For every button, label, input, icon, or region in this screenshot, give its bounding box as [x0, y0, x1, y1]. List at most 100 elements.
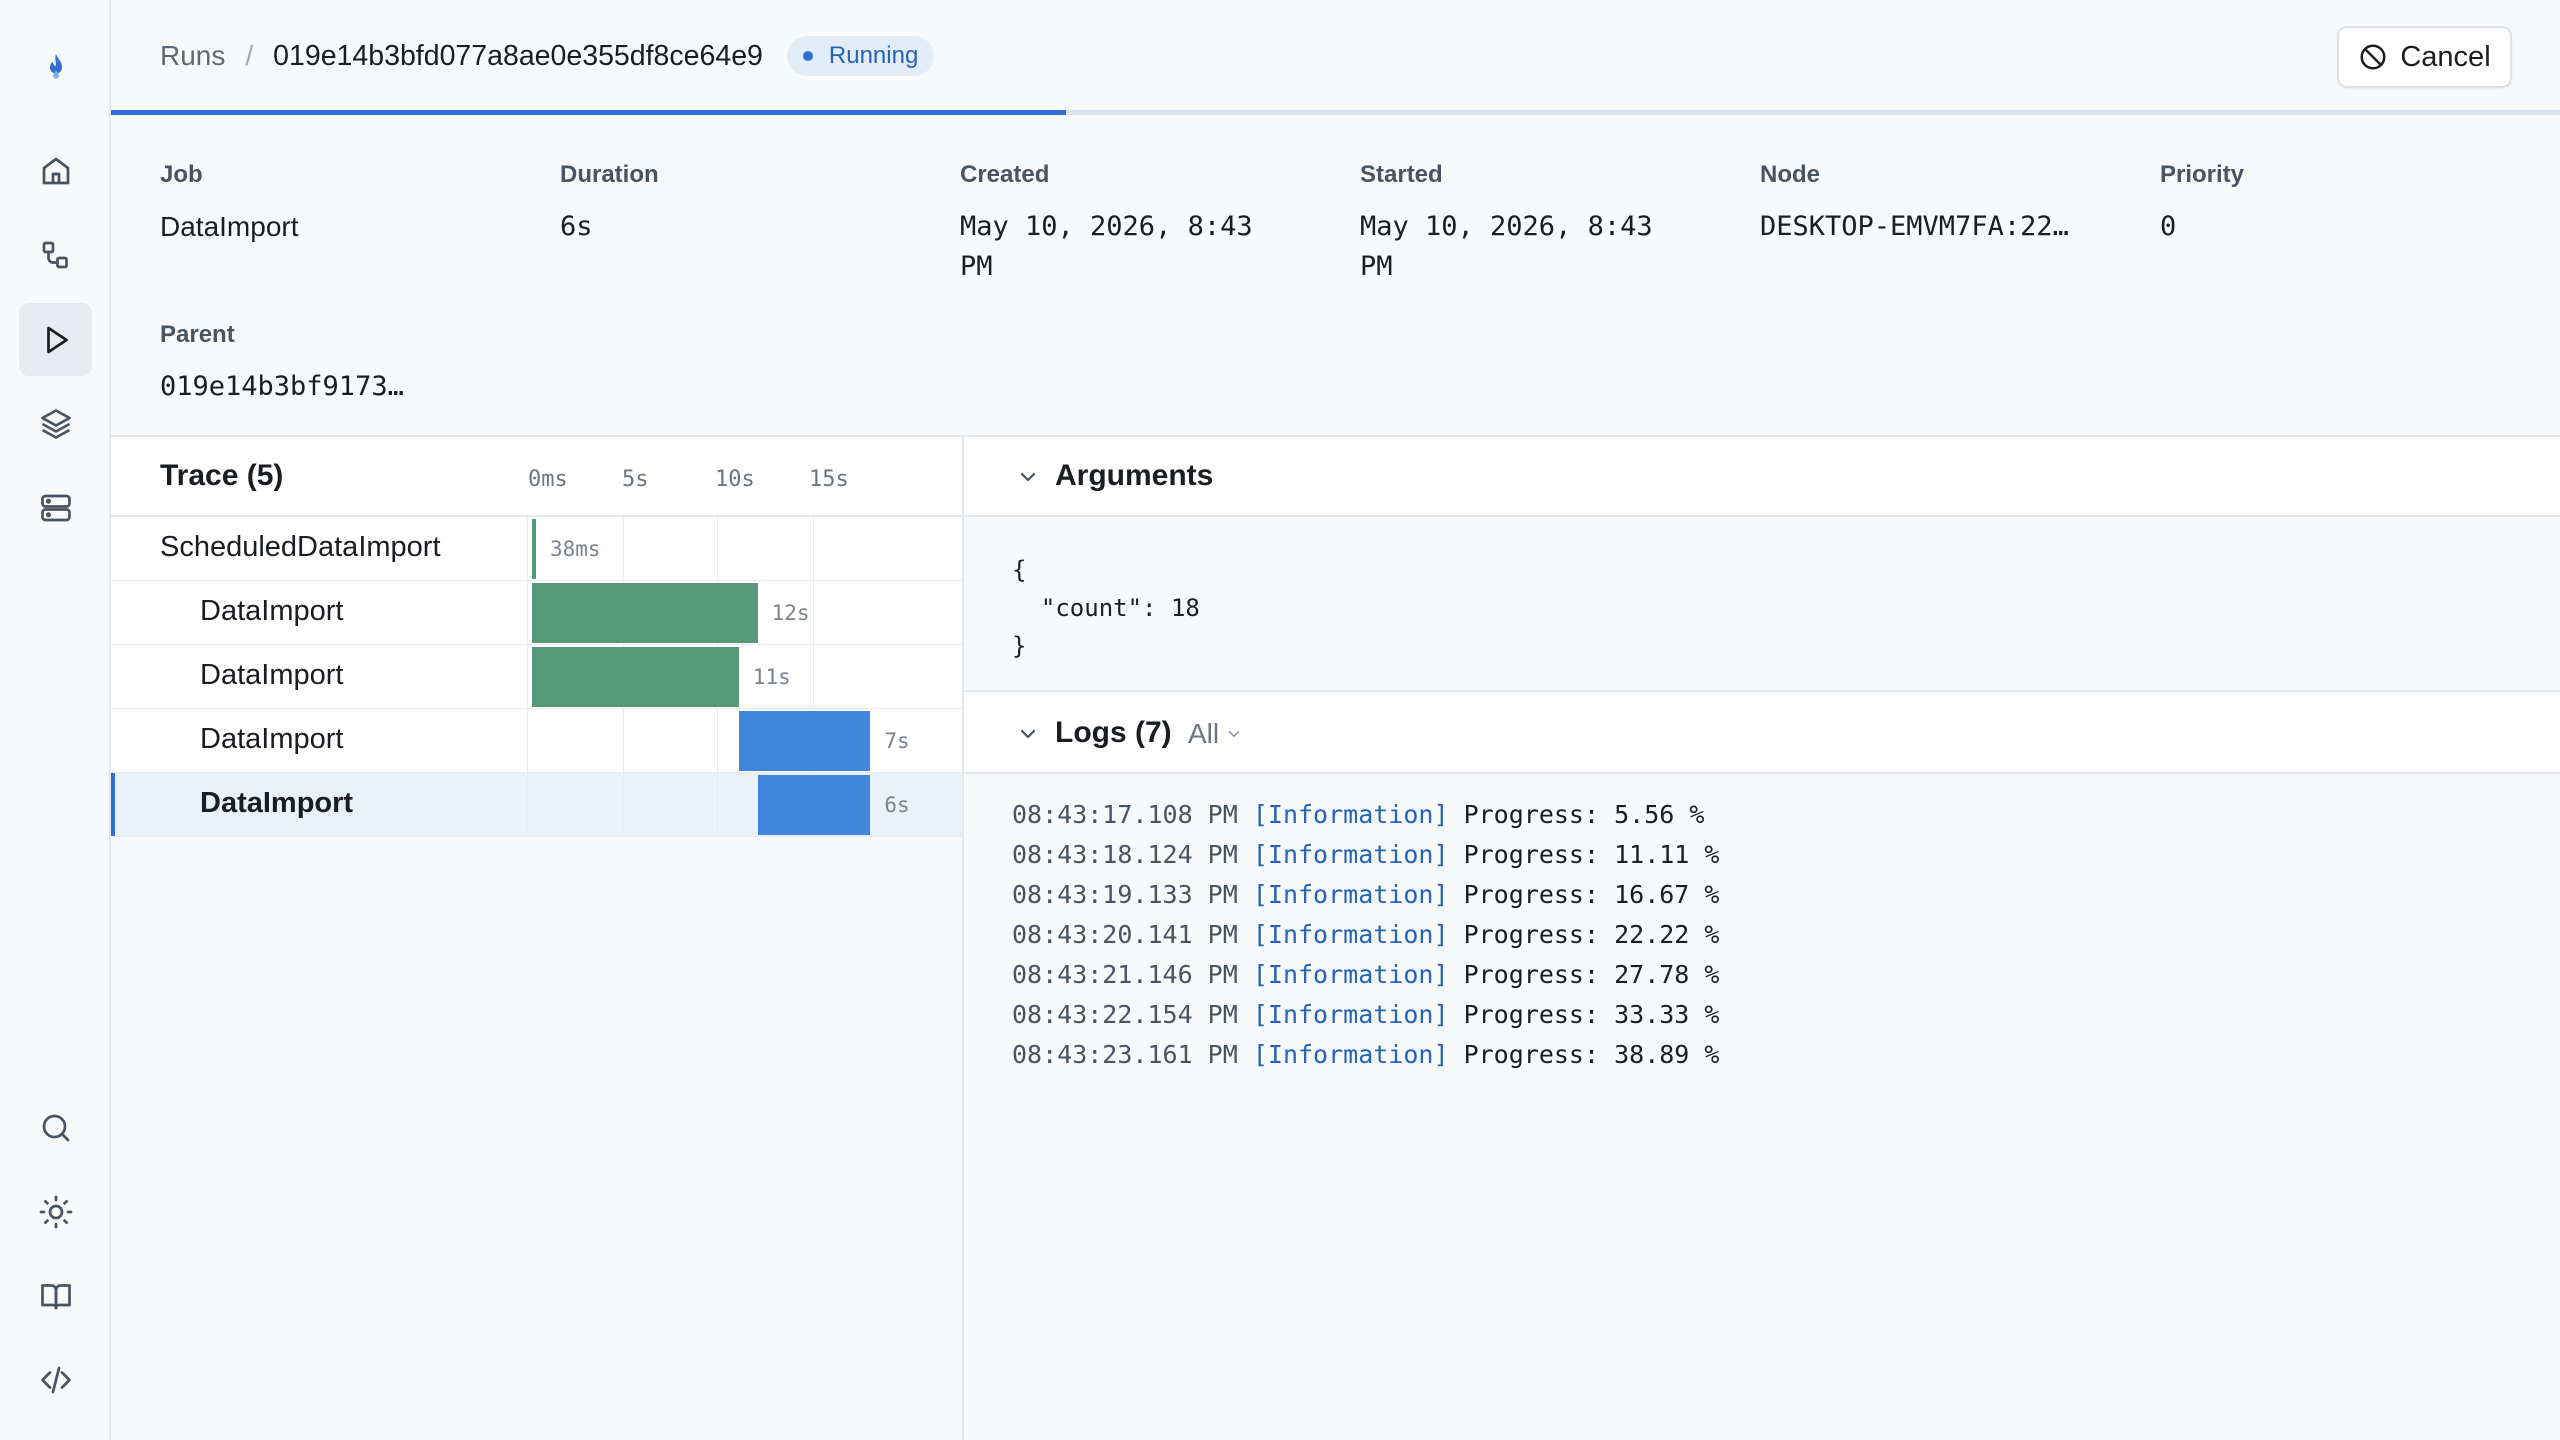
run-details: Job DataImport Duration 6s Created May 1…	[111, 115, 2560, 437]
trace-row-name: DataImport	[200, 723, 344, 755]
status-badge: Running	[786, 36, 935, 76]
log-level: [Information]	[1252, 840, 1449, 869]
server-icon[interactable]	[19, 471, 92, 544]
timeline-gridline	[527, 773, 528, 836]
timeline-gridline	[623, 709, 624, 772]
trace-row-name: ScheduledDataImport	[160, 531, 441, 563]
timeline-gridline	[527, 645, 528, 708]
timeline-gridline	[717, 709, 718, 772]
log-message: Progress: 16.67 %	[1463, 880, 1720, 909]
trace-title: Trace (5)	[160, 459, 284, 492]
log-message: Progress: 11.11 %	[1463, 840, 1720, 869]
timeline-gridline	[813, 517, 814, 580]
detail-value[interactable]: DataImport	[160, 207, 500, 247]
trace-span-bar[interactable]	[738, 711, 871, 771]
log-level: [Information]	[1252, 800, 1449, 829]
log-message: Progress: 27.78 %	[1463, 960, 1720, 989]
trace-row[interactable]: DataImport 6s	[111, 773, 962, 837]
layers-icon[interactable]	[19, 387, 92, 460]
timeline-gridline	[813, 581, 814, 644]
header: Runs / 019e14b3bfd077a8ae0e355df8ce64e9 …	[111, 0, 2560, 112]
detail-label: Priority	[2160, 161, 2245, 188]
timeline-gridline	[717, 773, 718, 836]
logs-list: 08:43:17.108 PM [Information] Progress: …	[1012, 795, 1719, 1075]
code-icon[interactable]	[19, 1343, 92, 1416]
search-icon[interactable]	[19, 1091, 92, 1164]
log-level-filter-value: All	[1188, 718, 1220, 749]
timeline-tick: 15s	[809, 467, 849, 492]
log-level: [Information]	[1252, 1040, 1449, 1069]
arguments-body: { "count": 18 }	[964, 517, 2560, 692]
detail-value[interactable]: 019e14b3bf9173…	[160, 367, 540, 407]
log-line: 08:43:19.133 PM [Information] Progress: …	[1012, 875, 1719, 915]
cancel-button[interactable]: Cancel	[2337, 26, 2512, 88]
log-timestamp: 08:43:19.133 PM	[1012, 880, 1238, 909]
log-timestamp: 08:43:18.124 PM	[1012, 840, 1238, 869]
log-timestamp: 08:43:23.161 PM	[1012, 1040, 1238, 1069]
details-panel: Arguments { "count": 18 } Logs (7) All 0…	[964, 437, 2560, 1440]
detail-value: 6s	[560, 211, 593, 242]
log-line: 08:43:21.146 PM [Information] Progress: …	[1012, 955, 1719, 995]
logs-header[interactable]: Logs (7) All	[964, 694, 2560, 774]
workflow-icon[interactable]	[19, 218, 92, 291]
log-line: 08:43:17.108 PM [Information] Progress: …	[1012, 795, 1719, 835]
detail-priority: Priority 0	[2160, 161, 2500, 247]
play-icon[interactable]	[19, 303, 92, 376]
trace-row-name: DataImport	[200, 595, 344, 627]
trace-panel: Trace (5) 0ms 5s 10s 15s ScheduledDataIm…	[111, 437, 964, 1440]
timeline-tick: 5s	[622, 467, 649, 492]
status-label: Running	[828, 42, 919, 69]
log-timestamp: 08:43:20.141 PM	[1012, 920, 1238, 949]
home-icon[interactable]	[19, 134, 92, 207]
breadcrumb-runs-link[interactable]: Runs	[160, 40, 225, 72]
detail-node: Node DESKTOP-EMVM7FA:22…	[1760, 161, 2140, 247]
breadcrumb-separator: /	[245, 40, 254, 71]
timeline-gridline	[813, 645, 814, 708]
book-icon[interactable]	[19, 1259, 92, 1332]
trace-span-bar[interactable]	[532, 519, 536, 579]
trace-row-name: DataImport	[200, 659, 344, 691]
cancel-label: Cancel	[2400, 40, 2491, 73]
timeline-gridline	[623, 517, 624, 580]
log-level: [Information]	[1252, 960, 1449, 989]
timeline-gridline	[623, 773, 624, 836]
arguments-json: { "count": 18 }	[1012, 556, 1200, 660]
sidebar	[0, 0, 111, 1440]
detail-label: Created	[960, 161, 1050, 188]
arguments-title: Arguments	[1055, 459, 1214, 492]
log-message: Progress: 38.89 %	[1463, 1040, 1720, 1069]
trace-row-name: DataImport	[200, 787, 354, 819]
status-dot	[802, 51, 813, 61]
sun-icon[interactable]	[19, 1175, 92, 1248]
trace-span-bar[interactable]	[532, 583, 758, 643]
breadcrumb: Runs / 019e14b3bfd077a8ae0e355df8ce64e9 …	[160, 0, 935, 112]
log-level: [Information]	[1252, 1000, 1449, 1029]
detail-job: Job DataImport	[160, 161, 500, 247]
trace-span-bar[interactable]	[757, 775, 871, 835]
trace-span-bar[interactable]	[532, 647, 739, 707]
timeline-tick: 0ms	[528, 467, 568, 492]
timeline-gridline	[527, 517, 528, 580]
log-message: Progress: 33.33 %	[1463, 1000, 1720, 1029]
timeline-gridline	[527, 709, 528, 772]
chevron-down-icon	[1020, 729, 1036, 739]
log-level: [Information]	[1252, 880, 1449, 909]
log-line: 08:43:20.141 PM [Information] Progress: …	[1012, 915, 1719, 955]
log-level-filter[interactable]: All	[1188, 718, 1243, 750]
flame-logo-icon[interactable]	[19, 32, 92, 105]
trace-row[interactable]: ScheduledDataImport 38ms	[111, 517, 962, 581]
trace-row[interactable]: DataImport 12s	[111, 581, 962, 645]
trace-rows: ScheduledDataImport 38ms DataImport 12s Data…	[111, 517, 962, 837]
log-line: 08:43:22.154 PM [Information] Progress: …	[1012, 995, 1719, 1035]
trace-row[interactable]: DataImport 11s	[111, 645, 962, 709]
detail-duration: Duration 6s	[560, 161, 900, 247]
log-message: Progress: 5.56 %	[1463, 800, 1705, 829]
detail-label: Node	[1760, 161, 1820, 188]
chevron-down-icon	[1020, 472, 1036, 482]
log-timestamp: 08:43:17.108 PM	[1012, 800, 1238, 829]
arguments-header[interactable]: Arguments	[964, 437, 2560, 517]
detail-label: Parent	[160, 321, 235, 348]
trace-span-duration: 38ms	[550, 537, 601, 561]
trace-row[interactable]: DataImport 7s	[111, 709, 962, 773]
log-level: [Information]	[1252, 920, 1449, 949]
